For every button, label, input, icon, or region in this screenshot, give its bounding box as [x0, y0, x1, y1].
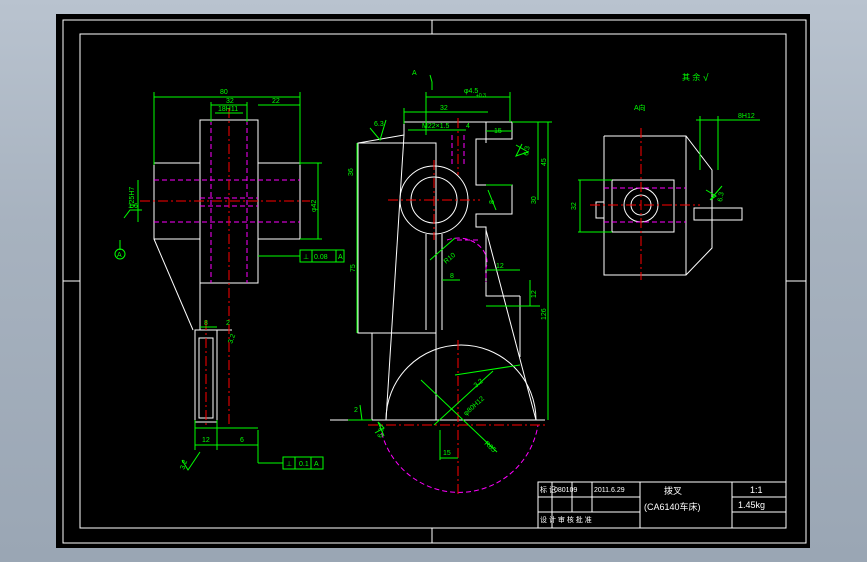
- front-dim-tol: +0.3: [476, 93, 486, 99]
- tb-row1-date: 2011.6.29: [594, 487, 625, 494]
- side-dim-2: 2: [226, 320, 230, 327]
- front-dim-15b: 15: [443, 450, 451, 457]
- side-dim-boss: φ42: [311, 200, 318, 212]
- aux-view-title: A向: [634, 103, 646, 112]
- tol-top-datum: A: [338, 254, 343, 261]
- front-dim-126: 126: [541, 308, 548, 320]
- tol-top-symbol: ⊥: [303, 254, 309, 261]
- drawing-canvas: [56, 14, 810, 548]
- front-dim-36: 36: [348, 168, 355, 176]
- front-dim-32: 32: [440, 105, 448, 112]
- front-rough-top: 6.3: [374, 121, 384, 128]
- front-dim-12a: 12: [496, 263, 504, 270]
- tb-part-name: 拨叉: [664, 485, 682, 496]
- side-dim-6: 6: [240, 437, 244, 444]
- front-dim-4: 4: [466, 123, 470, 130]
- front-dim-30: 30: [531, 196, 538, 204]
- tb-row1-num: 080109: [554, 487, 577, 494]
- side-dim-32: 32: [226, 98, 234, 105]
- front-dim-8: 8: [489, 200, 496, 204]
- aux-dim-8h12: 8H12: [738, 113, 755, 120]
- side-roughness: 1.6: [128, 203, 138, 210]
- side-dim-22: 22: [272, 98, 280, 105]
- front-dim-45: 45: [541, 158, 548, 166]
- side-dim-8: 8: [204, 320, 208, 327]
- roughness-note-text: 其 余: [682, 72, 700, 82]
- front-dim-75: 75: [350, 264, 357, 272]
- front-dim-2: 2: [354, 407, 358, 414]
- tb-scale: 1:1: [750, 485, 763, 495]
- front-dim-15: 15: [494, 128, 502, 135]
- side-dim-slot: 18H11: [218, 106, 238, 113]
- tb-part-sub: (CA6140车床): [644, 501, 701, 512]
- side-dim-overall: 80: [220, 89, 228, 96]
- tol-bottom-symbol: ⊥: [286, 461, 292, 468]
- side-datum-a: A: [117, 252, 122, 259]
- side-dim-12: 12: [202, 437, 210, 444]
- front-dim-12b: 12: [531, 290, 538, 298]
- tb-row2-left: 设 计 审 核 批 准: [540, 515, 592, 524]
- aux-dim-32: 32: [571, 202, 578, 210]
- front-dim-thread: M22×1.5: [422, 123, 450, 130]
- front-section-label: A: [412, 70, 417, 77]
- front-dim-8b: 8: [450, 273, 454, 280]
- tb-weight: 1.45kg: [738, 500, 765, 510]
- cad-viewport: 80 32 22 18H11 φ25H7 1.6 φ42 8 2 3.2 12 …: [56, 14, 810, 548]
- tol-bottom-datum: A: [314, 461, 319, 468]
- tol-top-value: 0.08: [314, 254, 328, 261]
- tol-bottom-value: 0.1: [299, 461, 309, 468]
- roughness-note-symbol: √: [703, 72, 709, 84]
